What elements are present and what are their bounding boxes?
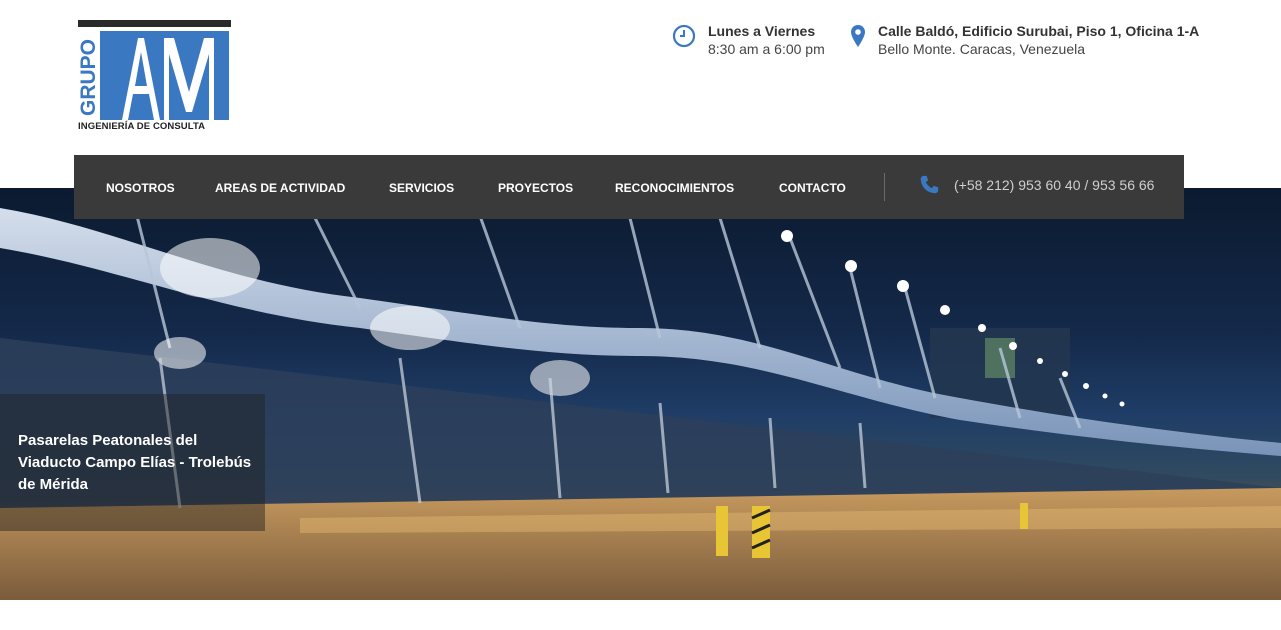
hours-text: 8:30 am a 6:00 pm [708, 41, 825, 57]
nav-divider [884, 173, 885, 201]
phone-icon [920, 175, 939, 194]
map-pin-icon [851, 25, 865, 47]
site-header: GRUPO INGENIERÍA DE CONSULTA Lunes a Vie… [0, 0, 1281, 155]
slide-caption: Pasarelas Peatonales del Viaducto Campo … [0, 394, 265, 531]
hero-slider[interactable]: Pasarelas Peatonales del Viaducto Campo … [0, 188, 1281, 600]
address-block: Calle Baldó, Edificio Surubai, Piso 1, O… [846, 22, 1199, 58]
nav-item-contacto[interactable]: CONTACTO [779, 181, 846, 195]
main-navigation: NOSOTROS AREAS DE ACTIVIDAD SERVICIOS PR… [74, 155, 1184, 219]
address-text: Bello Monte. Caracas, Venezuela [878, 41, 1086, 57]
nav-item-proyectos[interactable]: PROYECTOS [498, 181, 573, 195]
company-logo[interactable]: GRUPO INGENIERÍA DE CONSULTA [78, 20, 231, 134]
logo-graphic: GRUPO [78, 20, 231, 120]
nav-item-reconocimientos[interactable]: RECONOCIMIENTOS [615, 181, 734, 195]
logo-vertical-text: GRUPO [78, 39, 100, 116]
logo-subtitle: INGENIERÍA DE CONSULTA [78, 121, 206, 132]
phone-number[interactable]: (+58 212) 953 60 40 / 953 56 66 [954, 177, 1154, 193]
nav-item-servicios[interactable]: SERVICIOS [389, 181, 454, 195]
business-hours: Lunes a Viernes 8:30 am a 6:00 pm [672, 22, 825, 58]
nav-phone[interactable]: (+58 212) 953 60 40 / 953 56 66 [918, 174, 1154, 196]
slide-caption-text: Pasarelas Peatonales del Viaducto Campo … [18, 432, 252, 493]
hours-title: Lunes a Viernes [708, 23, 816, 39]
nav-item-nosotros[interactable]: NOSOTROS [106, 181, 175, 195]
nav-item-areas-de-actividad[interactable]: AREAS DE ACTIVIDAD [215, 181, 345, 195]
clock-icon [672, 24, 696, 48]
address-title: Calle Baldó, Edificio Surubai, Piso 1, O… [878, 23, 1200, 39]
